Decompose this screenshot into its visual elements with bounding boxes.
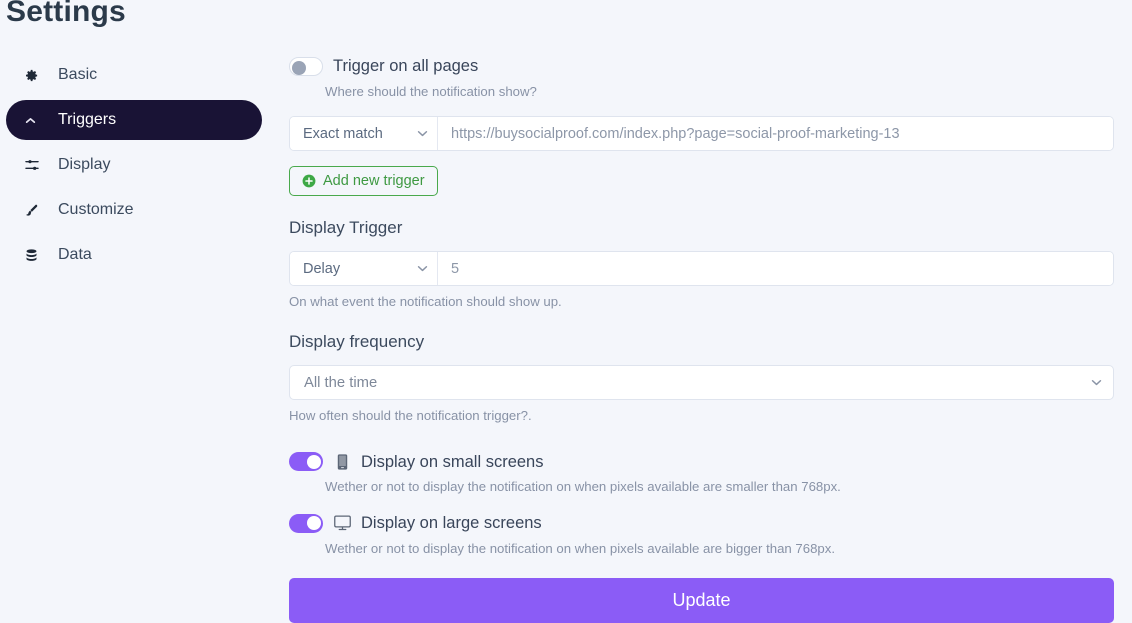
toggle-knob [306,454,321,469]
display-trigger-title: Display Trigger [289,218,403,238]
trigger-all-pages-toggle[interactable] [289,57,323,76]
display-trigger-value-input[interactable]: 5 [438,252,1113,286]
chevron-down-icon [417,131,428,137]
display-frequency-title: Display frequency [289,332,425,352]
page-title: Settings [6,0,126,28]
url-input[interactable]: https://buysocialproof.com/index.php?pag… [438,117,1113,151]
add-new-trigger-label: Add new trigger [323,173,425,190]
large-screens-toggle[interactable] [289,513,323,533]
display-trigger-event-select[interactable]: Delay [290,252,438,286]
gear-icon [24,68,46,83]
sidebar-item-display[interactable]: Display [6,145,262,185]
toggle-knob [292,60,306,75]
display-trigger-group: Delay 5 [289,251,1114,287]
small-screens-row: Display on small screens [289,452,1114,472]
sidebar-item-label: Customize [58,201,134,218]
display-frequency-value: All the time [304,374,378,391]
mobile-icon [333,454,351,470]
sliders-icon [24,157,46,173]
match-type-value: Exact match [303,125,383,142]
large-screens-row: Display on large screens [289,513,1114,533]
sidebar-item-triggers[interactable]: Triggers [6,100,262,140]
chevron-down-icon [417,266,428,272]
large-screens-label: Display on large screens [361,513,542,532]
sidebar-item-label: Display [58,156,111,173]
sidebar-item-label: Basic [58,66,98,83]
sidebar-item-customize[interactable]: Customize [6,190,262,230]
display-frequency-select[interactable]: All the time [289,365,1114,401]
trigger-all-pages-help: Where should the notification show? [325,84,537,99]
plus-circle-icon [302,174,316,188]
toggle-knob [306,516,321,531]
chevron-up-icon [24,114,46,127]
url-rule-group: Exact match https://buysocialproof.com/i… [289,116,1114,152]
paintbrush-icon [24,203,46,218]
large-screens-help: Wether or not to display the notificatio… [325,540,835,556]
sidebar-item-label: Data [58,246,92,263]
display-trigger-event-value: Delay [303,260,341,277]
display-trigger-help: On what event the notification should sh… [289,294,562,310]
database-icon [24,248,46,263]
sidebar-item-label: Triggers [58,111,117,128]
display-frequency-help: How often should the notification trigge… [289,408,532,424]
add-new-trigger-button[interactable]: Add new trigger [289,166,438,197]
small-screens-label: Display on small screens [361,452,544,471]
match-type-select[interactable]: Exact match [290,117,438,151]
settings-main-panel: Trigger on all pages Where should the no… [289,0,1114,623]
trigger-all-pages-label: Trigger on all pages [333,57,479,76]
chevron-down-icon [1091,380,1102,386]
update-button[interactable]: Update [289,577,1114,623]
monitor-icon [333,515,351,531]
small-screens-help: Wether or not to display the notificatio… [325,479,841,495]
sidebar-nav: Basic Triggers Display Customize Data [0,55,268,280]
small-screens-toggle[interactable] [289,452,323,472]
sidebar-item-data[interactable]: Data [6,235,262,275]
sidebar-item-basic[interactable]: Basic [6,55,262,95]
trigger-all-pages-row: Trigger on all pages [289,57,1114,76]
